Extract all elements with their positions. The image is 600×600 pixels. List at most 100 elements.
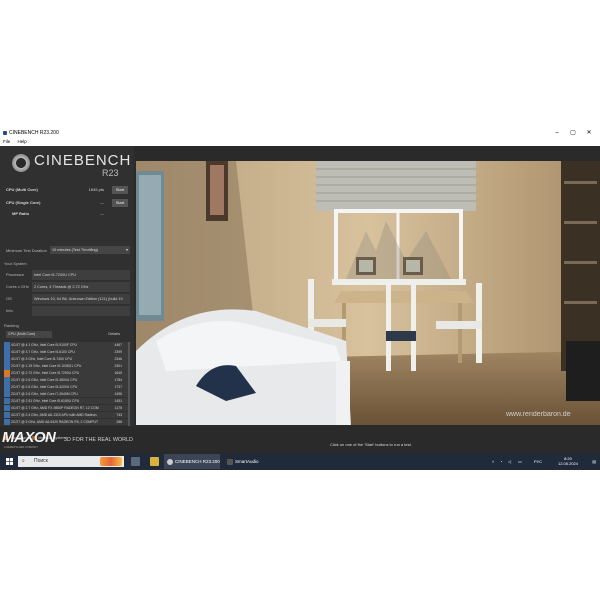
minimize-button[interactable]: – [550,128,564,138]
rank-score: 1737 [114,384,122,389]
tray-chevron-icon[interactable]: ˄ [492,459,494,464]
search-icon: ⌕ [22,458,25,464]
rank-cpu: 2C/4T @ 2.6 GHz, Intel Core i5-4200U CPU [11,384,78,389]
ranking-row[interactable]: 2C/4T @ 2.6 GHz, Intel Core i5-3500U CPU… [4,376,130,384]
rank-score: 4467 [114,343,122,347]
rank-cpu: 4C/4T @ 2.7 GHz, AMD FX-9800P RADEON R7,… [11,405,99,410]
ranking-row[interactable]: 4C/4T @ 4.1 GHz, Intel Core i5-9100F CPU… [4,342,130,349]
rank-score: 1645 [114,370,122,375]
multi-core-score: 1645 pts [88,187,104,192]
rank-cpu: 4C/4T @ 3 GHz, Intel Core i5-7400 CPU [11,356,73,361]
status-message: Click on one of the 'Start' buttons to r… [330,442,412,447]
search-box[interactable]: ⌕ Поиск [18,456,124,467]
clock[interactable]: 8:20 12.05.2024 [558,456,578,466]
control-panel: CINEBENCH R23 CPU (Multi Core) 1645 pts … [0,146,134,440]
maxon-logo: MAXON [2,429,56,446]
start-single-core-button[interactable]: Start [112,199,128,207]
rank-cpu: 2C/4T @ 2.72 GHz, Intel Core i5-7200U CP… [11,370,80,375]
ranking-header: CPU (Multi Core) Details [4,331,130,339]
rank-score: 1784 [114,377,122,382]
menu-file[interactable]: File [3,139,10,144]
notification-icon[interactable]: ▤ [592,459,596,464]
rank-cpu: 4C/4T @ 3.7 GHz, Intel Core i5-6100 CPU [11,349,75,354]
taskbar: ⌕ Поиск CINEBENCH R23.200 SmartAudio ˄ ◔… [0,454,600,469]
menu-help[interactable]: Help [18,139,27,144]
windows-start-icon[interactable] [6,458,13,465]
maxon-branding: MAXON A NEMETSCHEK COMPANY 3D FOR THE RE… [2,429,133,449]
network-icon[interactable]: ◔ [500,459,502,464]
ranking-row[interactable]: 4C/4T @ 3 GHz, Intel Core i5-7400 CPU 234… [4,355,130,363]
single-core-score: --- [100,200,104,205]
rank-marker [4,390,10,398]
rank-cpu: 4C/4T @ 4.1 GHz, Intel Core i5-9100F CPU [11,343,77,347]
ranking-row[interactable]: 2C/4T @ 1.19 GHz, Intel Core i5-1035G1 C… [4,362,130,370]
render-viewport: www.renderbaron.de [136,161,600,425]
ranking-row[interactable]: 4C/4T @ 2.7 GHz, AMD FX-9800P RADEON R7,… [4,404,130,412]
mp-ratio: MP Ratio --- [12,211,104,216]
menu-bar: File Help [0,138,600,146]
rank-marker [4,383,10,391]
language-indicator[interactable]: РУС [534,459,542,464]
title-bar: CINEBENCH R23.200 – ▢ ✕ [0,128,600,138]
status-bar: Click on one of the 'Start' buttons to r… [136,426,600,456]
close-button[interactable]: ✕ [582,128,596,138]
rank-score: 1175 [114,405,122,410]
ranking-row[interactable]: 4C/4T @ 3.7 GHz, Intel Core i5-6100 CPU 2… [4,348,130,356]
rank-marker [4,397,10,405]
test-multi-core: CPU (Multi Core) 1645 pts Start [4,186,130,195]
ranking-select[interactable]: CPU (Multi Core) [6,331,52,338]
rank-score: 2346 [114,356,122,361]
volume-icon[interactable]: ◁ [508,459,511,464]
file-explorer-icon[interactable] [150,457,159,466]
window-title: CINEBENCH R23.200 [9,130,59,136]
rank-marker [4,411,10,419]
app-icon [3,131,7,135]
ranking-row[interactable]: 2C/4T @ 2.51 GHz, Intel Core i5-6150U CP… [4,397,130,405]
cinema4d-logo-icon [12,154,30,172]
ranking-row[interactable]: 2C/4T @ 2.6 GHz, Intel Core i5-4200U CPU… [4,383,130,391]
search-highlight-image [100,457,122,466]
tagline: 3D FOR THE REAL WORLD [64,437,133,443]
rank-marker [4,348,10,356]
rank-marker [4,355,10,363]
rank-cpu: 2C/4T @ 2.51 GHz, Intel Core i5-6150U CP… [11,398,80,403]
cores-field: Cores x GHz 2 Cores, 4 Threads @ 2.72 GH… [4,282,130,292]
task-view-icon[interactable] [131,457,140,466]
chevron-down-icon: ▾ [125,247,128,252]
ranking-row[interactable]: 2C/4T @ 2.72 GHz, Intel Core i5-7200U CP… [4,369,130,377]
ranking-title: Ranking [4,323,19,328]
ranking-row[interactable]: 4C/4T @ 2.4 GHz, AMD A6-1310 APU with AM… [4,411,130,419]
rank-cpu: 2C/4T @ 2.6 GHz, Intel Core i5-3500U CPU [11,377,78,382]
duration-select[interactable]: 10 minutes (Test Throttling) ▾ [50,246,130,254]
rank-score: 1496 [114,391,122,396]
rank-cpu: 2C/4T @ 2.6 GHz, Intel Core i7-2640M CPU [11,391,78,396]
rank-cpu: 4C/4T @ 2.4 GHz, AMD A6-1310 APU with AM… [11,412,97,417]
rank-marker [4,404,10,412]
cinebench-window: CINEBENCH R23.200 – ▢ ✕ File Help CINEBE… [0,128,600,470]
smartaudio-icon [227,458,233,465]
test-single-core: CPU (Single Core) --- Start [4,199,130,208]
start-multi-core-button[interactable]: Start [112,186,128,194]
rank-marker [4,369,10,377]
rank-score: 1451 [114,398,122,403]
cinebench-icon [167,458,173,465]
processor-field: Processor Intel Core i5-7200U CPU [4,270,130,280]
taskbar-app-smartaudio[interactable]: SmartAudio [224,454,274,469]
ranking-list: 4C/4T @ 4.1 GHz, Intel Core i5-9100F CPU… [4,342,130,426]
maximize-button[interactable]: ▢ [566,128,580,138]
details-button[interactable]: Details [108,332,120,336]
ranking-scrollbar[interactable] [128,342,130,426]
render-scene: www.renderbaron.de [136,161,600,425]
ranking-row[interactable]: 2C/4T @ 2.6 GHz, Intel Core i7-2640M CPU… [4,390,130,398]
mp-ratio-value: --- [100,211,104,216]
test-duration: Minimum Test Duration 10 minutes (Test T… [6,246,130,254]
rank-score: 2301 [114,363,122,368]
battery-icon[interactable]: ▭ [518,459,522,464]
ranking-row[interactable]: 2C/2T @ 3 GHz, AMD A6-9420 RADEON R5, 2 … [4,418,130,426]
os-field: OS Windows 10, 64 Bit, Unknown Edition (… [4,294,130,304]
rank-marker [4,362,10,370]
rank-marker [4,376,10,384]
rank-marker [4,418,10,426]
rank-score: 743 [116,412,122,417]
taskbar-app-cinebench[interactable]: CINEBENCH R23.200 [164,454,220,469]
